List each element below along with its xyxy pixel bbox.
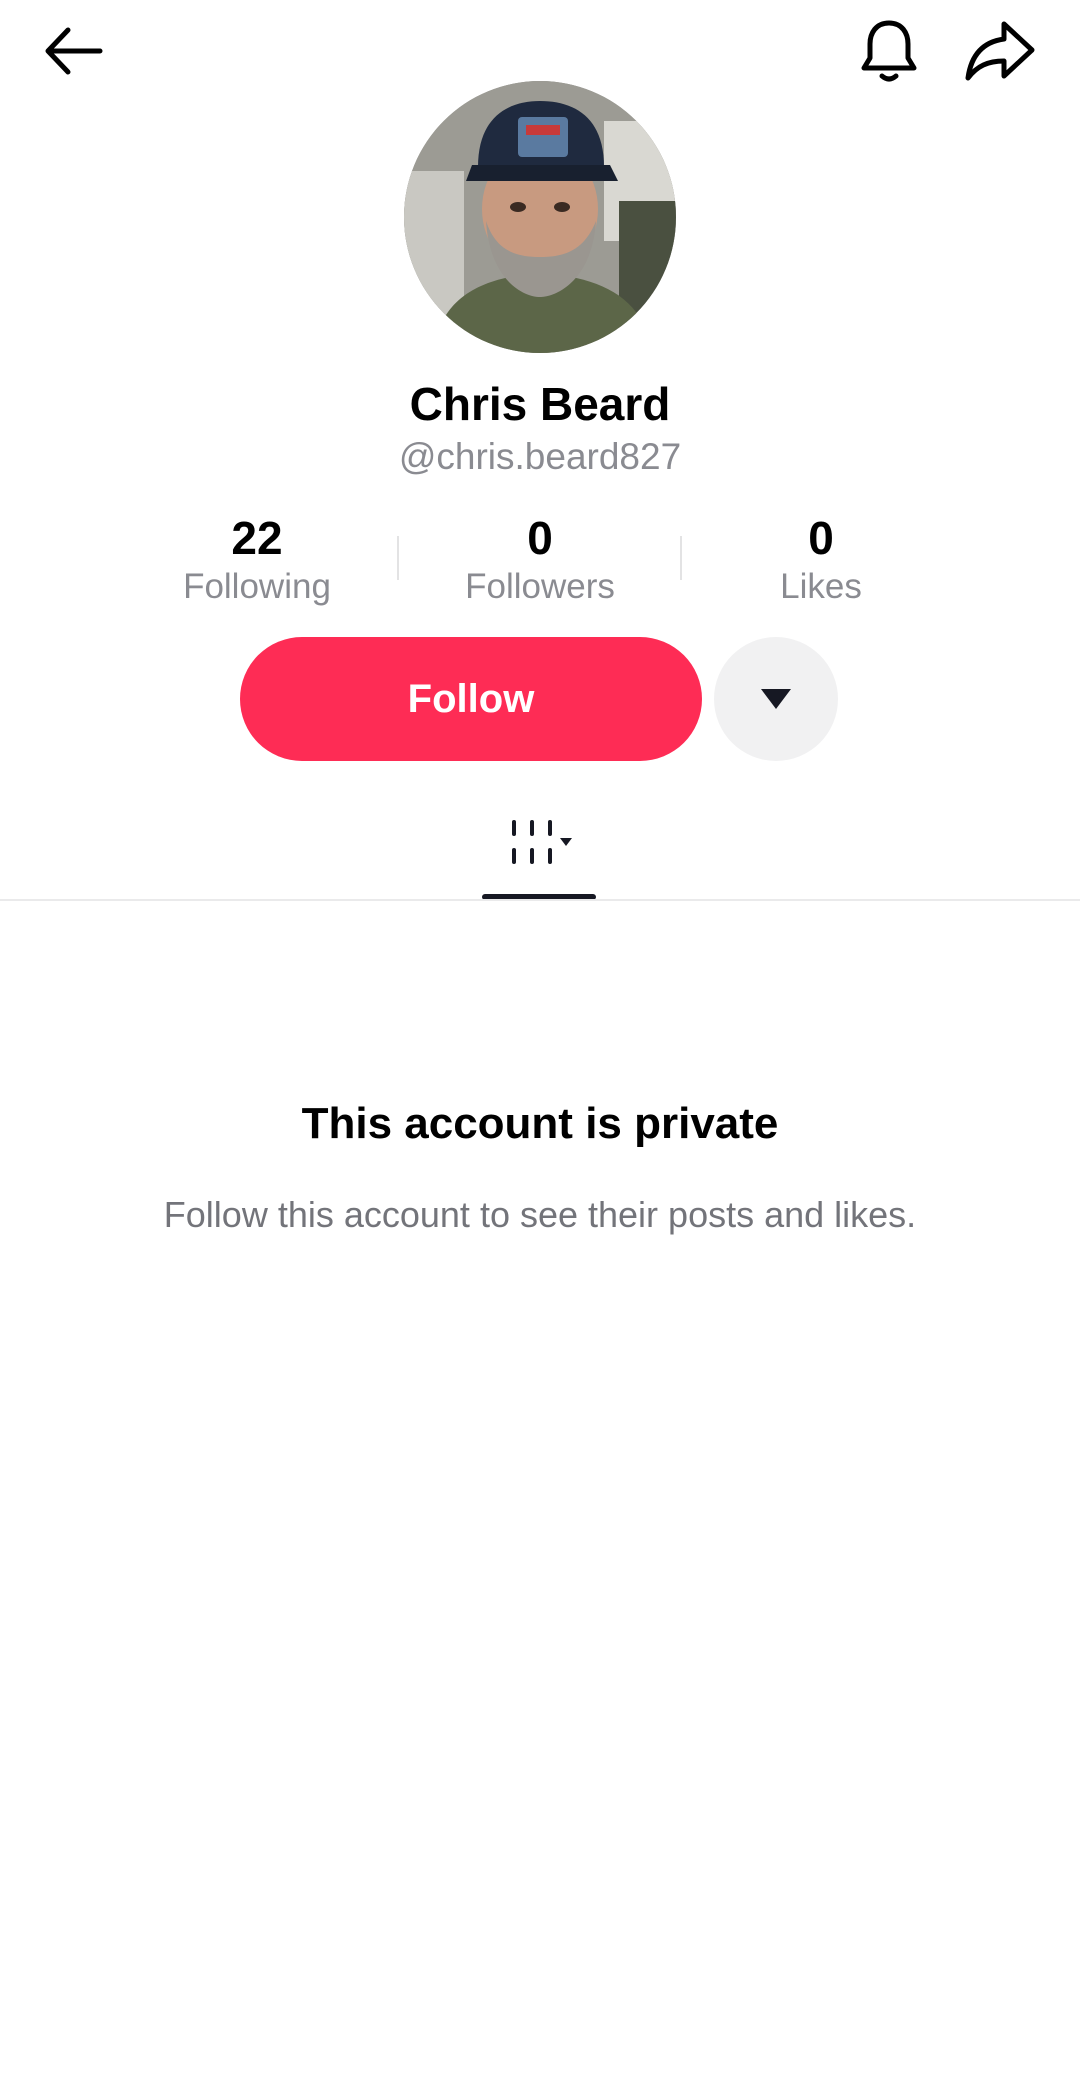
profile-username: @chris.beard827	[398, 436, 682, 477]
stat-likes-value: 0	[808, 512, 834, 564]
tabs-divider	[0, 899, 1080, 901]
stat-likes[interactable]: 0 Likes	[681, 508, 961, 608]
stat-following[interactable]: 22 Following	[117, 508, 397, 608]
share-arrow-icon[interactable]	[962, 14, 1038, 88]
bell-icon[interactable]	[852, 14, 926, 88]
videos-grid-icon	[512, 820, 572, 864]
avatar[interactable]	[404, 81, 676, 353]
back-arrow-icon[interactable]	[36, 14, 110, 88]
stat-followers-value: 0	[527, 512, 553, 564]
caret-down-icon	[761, 689, 791, 709]
stat-divider	[397, 536, 399, 580]
private-account-title: This account is private	[301, 1099, 779, 1148]
stat-following-label: Following	[183, 567, 331, 606]
avatar-photo	[404, 81, 676, 353]
follow-button[interactable]: Follow	[240, 637, 702, 761]
profile-display-name: Chris Beard	[409, 378, 671, 430]
suggested-accounts-button[interactable]	[714, 637, 838, 761]
private-account-message: Follow this account to see their posts a…	[163, 1194, 917, 1235]
stat-followers[interactable]: 0 Followers	[400, 508, 680, 608]
stat-followers-label: Followers	[465, 567, 615, 606]
stat-likes-label: Likes	[780, 567, 862, 606]
stat-following-value: 22	[231, 512, 283, 564]
tab-videos[interactable]	[482, 800, 596, 900]
